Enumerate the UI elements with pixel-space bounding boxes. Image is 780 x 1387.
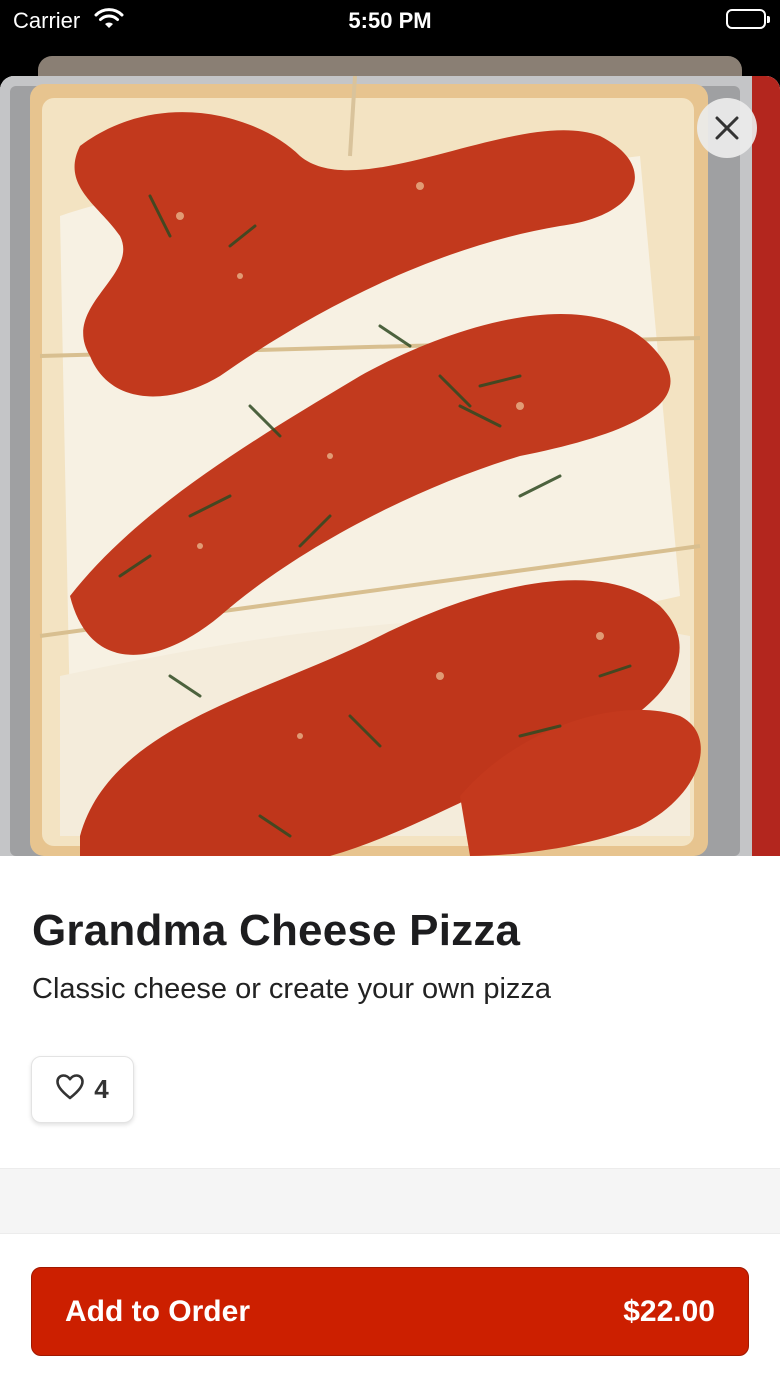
pizza-photo: [0, 76, 780, 856]
add-to-order-button[interactable]: Add to Order $22.00: [31, 1267, 749, 1356]
close-icon: [714, 115, 740, 141]
like-button[interactable]: 4: [31, 1056, 134, 1123]
status-bar: Carrier 5:50 PM: [0, 0, 780, 40]
like-count: 4: [94, 1074, 109, 1104]
order-price: $22.00: [623, 1294, 715, 1328]
heart-outline-icon: [56, 1074, 85, 1105]
add-to-order-label: Add to Order: [65, 1294, 250, 1328]
item-description: Classic cheese or create your own pizza: [32, 973, 552, 1005]
section-divider: [0, 1168, 780, 1234]
close-button[interactable]: [697, 98, 757, 158]
battery-icon: [726, 9, 770, 29]
item-detail-sheet: Grandma Cheese Pizza Classic cheese or c…: [0, 76, 780, 1387]
clock: 5:50 PM: [348, 8, 432, 33]
item-title: Grandma Cheese Pizza: [32, 906, 521, 955]
